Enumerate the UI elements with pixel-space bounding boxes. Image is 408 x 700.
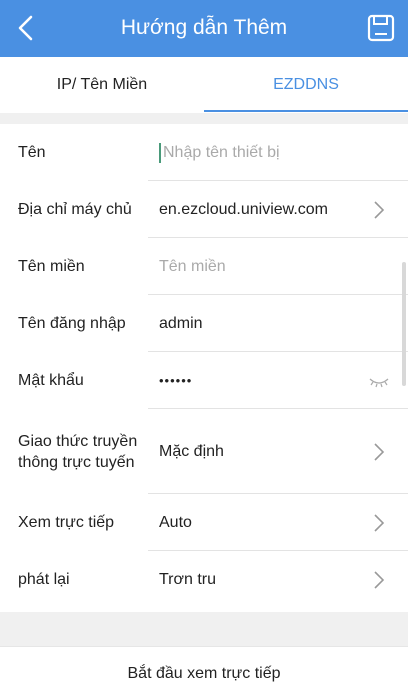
chevron-right-icon (374, 200, 385, 219)
field-label: Tên đăng nhập (18, 315, 126, 332)
active-tab-indicator (204, 110, 408, 112)
field-label: Tên miền (18, 258, 85, 275)
chevron-right-icon (374, 442, 385, 461)
tab-ip-domain[interactable]: IP/ Tên Miền (0, 57, 204, 113)
start-live-view-button[interactable]: Bắt đầu xem trực tiếp (0, 646, 408, 700)
hidden-eye-icon[interactable] (368, 376, 390, 390)
scrollbar[interactable] (402, 262, 406, 386)
chevron-right-icon (374, 570, 385, 589)
password-input[interactable]: •••••• (159, 352, 368, 409)
row-username[interactable]: Tên đăng nhập admin (0, 295, 408, 352)
save-icon[interactable] (366, 12, 396, 44)
row-playback[interactable]: phát lại Trơn tru (0, 551, 408, 608)
name-placeholder: Nhập tên thiết bị (163, 143, 280, 161)
tab-ezddns[interactable]: EZDDNS (204, 57, 408, 113)
streaming-protocol-value: Mặc định (159, 442, 224, 460)
row-password[interactable]: Mật khẩu •••••• (0, 352, 408, 409)
playback-value: Trơn tru (159, 570, 217, 588)
top-bar: Hướng dẫn Thêm (0, 0, 408, 57)
field-label: phát lại (18, 571, 70, 588)
name-input[interactable]: Nhập tên thiết bị (159, 124, 368, 181)
row-streaming-protocol[interactable]: Giao thức truyền thông trực tuyến Mặc đị… (0, 409, 408, 494)
chevron-right-icon (374, 513, 385, 532)
field-label: Tên (18, 144, 46, 161)
row-live-view[interactable]: Xem trực tiếp Auto (0, 494, 408, 551)
field-label: Giao thức truyền thông trực tuyến (18, 432, 138, 471)
live-view-value: Auto (159, 513, 192, 531)
row-domain[interactable]: Tên miền Tên miền (0, 238, 408, 295)
page-title: Hướng dẫn Thêm (120, 16, 288, 39)
device-form: Tên Nhập tên thiết bị Địa chỉ máy chủ en… (0, 124, 408, 612)
row-server-address[interactable]: Địa chỉ máy chủ en.ezcloud.uniview.com (0, 181, 408, 238)
field-label: Xem trực tiếp (18, 514, 115, 531)
username-input[interactable]: admin (159, 295, 368, 352)
server-address-value: en.ezcloud.uniview.com (159, 200, 328, 218)
field-label: Địa chỉ máy chủ (18, 201, 132, 218)
row-name[interactable]: Tên Nhập tên thiết bị (0, 124, 408, 181)
domain-input[interactable]: Tên miền (159, 238, 368, 295)
tab-bar: IP/ Tên Miền EZDDNS (0, 57, 408, 113)
text-caret (159, 142, 161, 163)
field-label: Mật khẩu (18, 372, 84, 389)
